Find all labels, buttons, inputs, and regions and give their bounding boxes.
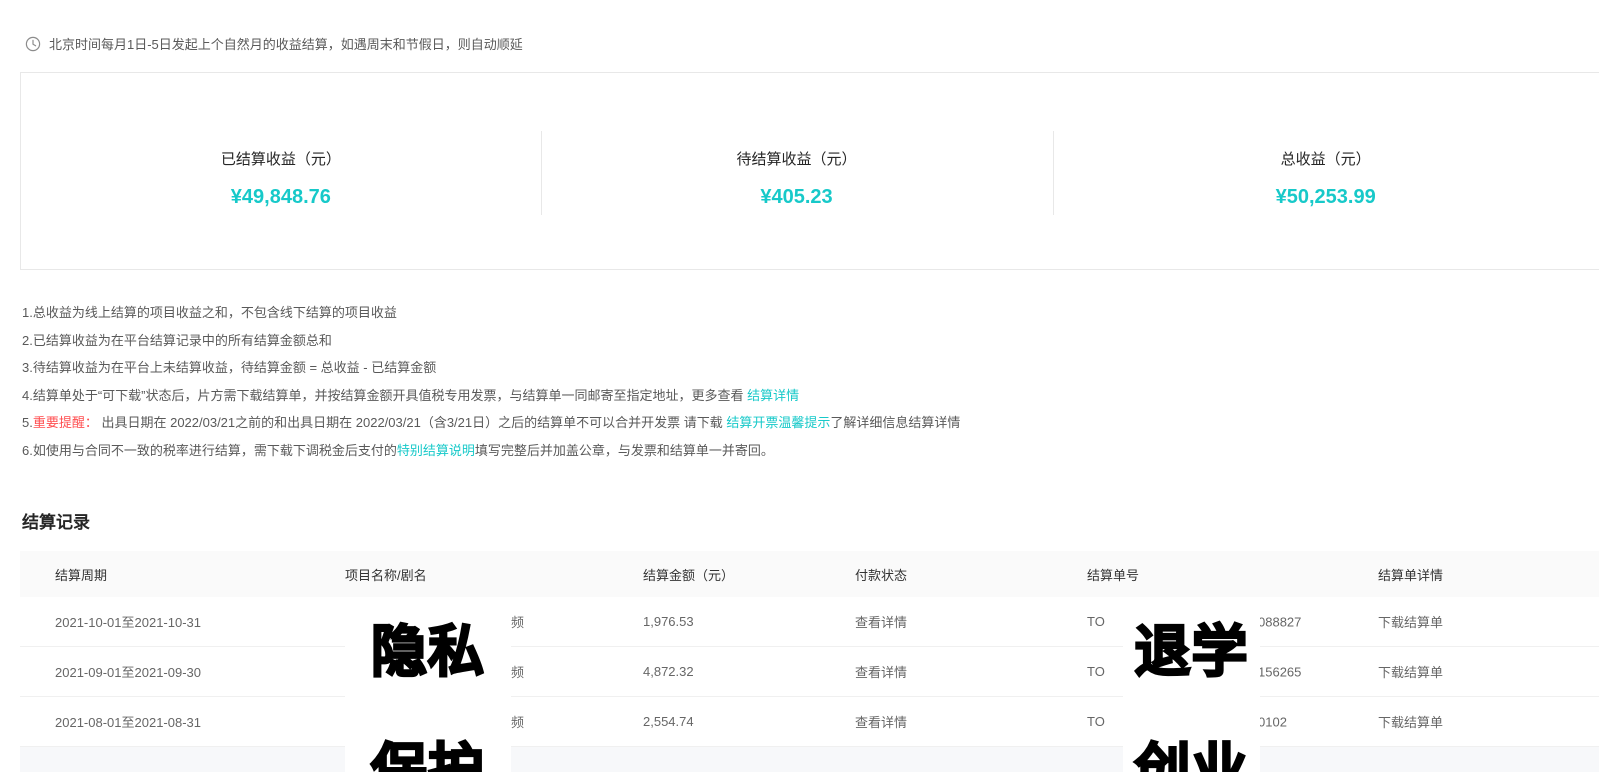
table-body: 2021-10-01至2021-10-31频1,976.53查看详情TO0888…: [20, 597, 1599, 747]
note-line: 4.结算单处于“可下载”状态后，片方需下载结算单，并按结算金额开具值税专用发票，…: [22, 382, 1599, 410]
note-text: 4.结算单处于“可下载”状态后，片方需下载结算单，并按结算金额开具值税专用发票，…: [22, 388, 747, 403]
privacy-mask-right: 退学 创业: [1123, 618, 1260, 772]
note-line: 6.如使用与合同不一致的税率进行结算，需下载下调税金后支付的特别结算说明填写完整…: [22, 437, 1599, 465]
note-line: 5.重要提醒： 出具日期在 2022/03/21之前的和出具日期在 2022/0…: [22, 409, 1599, 437]
note-text: 了解详细信息结算详情: [830, 415, 960, 430]
order-number-prefix: TO: [1087, 664, 1105, 679]
stat-settled-earnings: 已结算收益（元） ¥49,848.76: [21, 73, 541, 269]
watermark-text: 创业: [1135, 738, 1249, 772]
note-text: 1.总收益为线上结算的项目收益之和，不包含线下结算的项目收益: [22, 305, 397, 320]
privacy-mask-left: 隐私 保护: [345, 618, 511, 772]
note-text: 填写完整后并加盖公章，与发票和结算单一并寄回。: [475, 443, 774, 458]
cell-order-detail: 下载结算单: [1378, 712, 1599, 731]
col-header-order-number: 结算单号: [1087, 565, 1378, 584]
cell-payment-status: 查看详情: [855, 612, 1087, 631]
watermark-text: 隐私: [371, 620, 485, 684]
download-settlement-link[interactable]: 下载结算单: [1378, 665, 1443, 680]
note-text: 5.: [22, 415, 33, 430]
note-link[interactable]: 特别结算说明: [397, 443, 475, 458]
stat-pending-earnings: 待结算收益（元） ¥405.23: [541, 73, 1053, 269]
col-header-order-detail: 结算单详情: [1378, 565, 1599, 584]
earnings-summary-card: 已结算收益（元） ¥49,848.76 待结算收益（元） ¥405.23 总收益…: [20, 72, 1599, 270]
download-settlement-link[interactable]: 下载结算单: [1378, 715, 1443, 730]
note-text: 6.如使用与合同不一致的税率进行结算，需下载下调税金后支付的: [22, 443, 397, 458]
watermark-text: 保护: [371, 738, 485, 772]
stat-label: 已结算收益（元）: [221, 148, 341, 169]
note-link[interactable]: 结算开票温馨提示: [726, 415, 830, 430]
order-number-suffix: 088827: [1258, 614, 1301, 629]
view-details-link[interactable]: 查看详情: [855, 615, 907, 630]
table-row: 2021-09-01至2021-09-30 频 4,872.32查看详情 TO 1562…: [20, 647, 1599, 697]
table-footer-strip: [20, 747, 1599, 772]
stat-value: ¥50,253.99: [1276, 186, 1376, 209]
download-settlement-link[interactable]: 下载结算单: [1378, 615, 1443, 630]
settlement-records-table: 结算周期 项目名称/剧名 结算金额（元） 付款状态 结算单号 结算单详情 202…: [20, 551, 1599, 772]
note-line: 1.总收益为线上结算的项目收益之和，不包含线下结算的项目收益: [22, 299, 1599, 327]
col-header-period: 结算周期: [20, 565, 345, 584]
view-details-link[interactable]: 查看详情: [855, 715, 907, 730]
order-number-suffix: 156265: [1258, 664, 1301, 679]
col-header-amount: 结算金额（元）: [643, 565, 855, 584]
cell-settlement-period: 2021-08-01至2021-08-31: [20, 712, 345, 731]
project-name-visible-tail: 频: [511, 662, 524, 681]
stat-value: ¥49,848.76: [231, 186, 331, 209]
settlement-schedule-notice: 北京时间每月1日-5日发起上个自然月的收益结算，如遇周末和节假日，则自动顺延: [25, 34, 1599, 53]
order-number-prefix: TO: [1087, 714, 1105, 729]
table-header-row: 结算周期 项目名称/剧名 结算金额（元） 付款状态 结算单号 结算单详情: [20, 551, 1599, 597]
project-name-visible-tail: 频: [511, 712, 524, 731]
stat-divider: [1053, 131, 1054, 215]
cell-settlement-period: 2021-10-01至2021-10-31: [20, 612, 345, 631]
stat-total-earnings: 总收益（元） ¥50,253.99: [1052, 73, 1599, 269]
cell-settlement-amount: 1,976.53: [643, 614, 855, 629]
clock-icon: [25, 36, 41, 52]
note-text: 出具日期在 2022/03/21之前的和出具日期在 2022/03/21（含3/…: [98, 415, 727, 430]
settlement-notes-list: 1.总收益为线上结算的项目收益之和，不包含线下结算的项目收益 2.已结算收益为在平…: [22, 299, 1599, 464]
note-link[interactable]: 结算详情: [747, 388, 799, 403]
order-number-prefix: TO: [1087, 614, 1105, 629]
cell-settlement-amount: 2,554.74: [643, 714, 855, 729]
watermark-text: 退学: [1135, 620, 1249, 684]
earnings-settlement-page: 北京时间每月1日-5日发起上个自然月的收益结算，如遇周末和节假日，则自动顺延 已…: [0, 34, 1599, 772]
note-line: 3.待结算收益为在平台上未结算收益，待结算金额 = 总收益 - 已结算金额: [22, 354, 1599, 382]
stat-divider: [541, 131, 542, 215]
notice-text: 北京时间每月1日-5日发起上个自然月的收益结算，如遇周末和节假日，则自动顺延: [49, 34, 523, 53]
cell-order-detail: 下载结算单: [1378, 662, 1599, 681]
table-row: 2021-08-01至2021-08-31 频 2,554.74查看详情 TO 0102…: [20, 697, 1599, 747]
cell-payment-status: 查看详情: [855, 662, 1087, 681]
cell-settlement-period: 2021-09-01至2021-09-30: [20, 662, 345, 681]
stat-value: ¥405.23: [760, 186, 832, 209]
stat-label: 待结算收益（元）: [737, 148, 857, 169]
note-text: 3.待结算收益为在平台上未结算收益，待结算金额 = 总收益 - 已结算金额: [22, 360, 436, 375]
col-header-project: 项目名称/剧名: [345, 565, 643, 584]
table-row: 2021-10-01至2021-10-31 频 1,976.53查看详情 TO 0888…: [20, 597, 1599, 647]
stat-label: 总收益（元）: [1281, 148, 1371, 169]
order-number-suffix: 0102: [1258, 714, 1287, 729]
cell-payment-status: 查看详情: [855, 712, 1087, 731]
col-header-payment-status: 付款状态: [855, 565, 1087, 584]
note-text: 2.已结算收益为在平台结算记录中的所有结算金额总和: [22, 333, 332, 348]
project-name-visible-tail: 频: [511, 612, 524, 631]
cell-settlement-amount: 4,872.32: [643, 664, 855, 679]
note-alert-text: 重要提醒：: [33, 415, 98, 430]
section-title-settlement-records: 结算记录: [22, 508, 1599, 533]
note-line: 2.已结算收益为在平台结算记录中的所有结算金额总和: [22, 327, 1599, 355]
cell-order-detail: 下载结算单: [1378, 612, 1599, 631]
view-details-link[interactable]: 查看详情: [855, 665, 907, 680]
